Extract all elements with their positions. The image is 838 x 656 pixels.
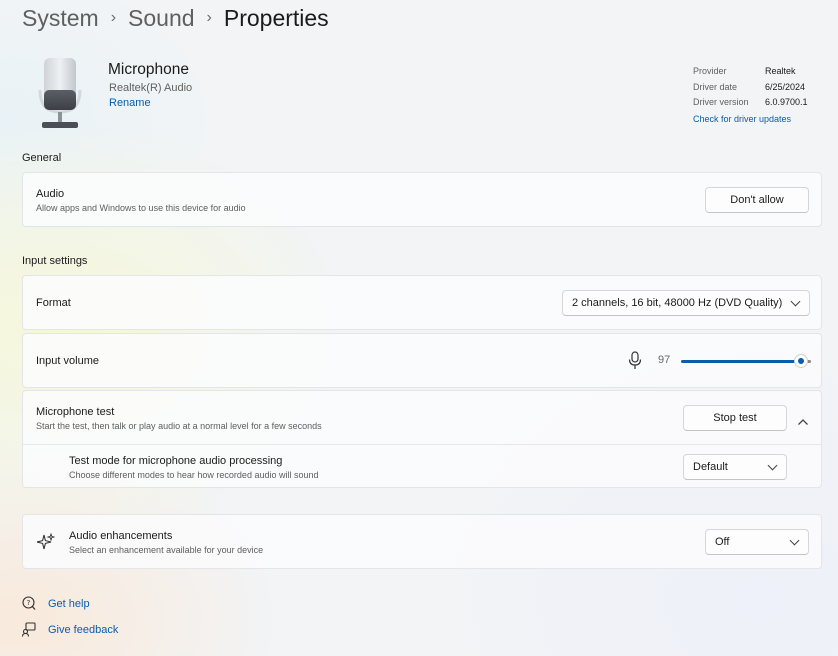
breadcrumb-sound[interactable]: Sound <box>128 5 195 32</box>
device-name: Microphone <box>108 61 189 78</box>
input-volume-card: Input volume 97 <box>22 333 822 388</box>
test-mode-dropdown[interactable]: Default <box>683 454 787 480</box>
test-mode-description: Choose different modes to hear how recor… <box>69 470 319 480</box>
driver-version-label: Driver version <box>693 97 749 107</box>
breadcrumb-properties: Properties <box>223 4 329 31</box>
feedback-icon <box>22 622 36 637</box>
chevron-up-icon[interactable] <box>797 413 809 431</box>
chevron-down-icon <box>790 296 801 307</box>
breadcrumb-system[interactable]: System <box>22 5 99 32</box>
format-dropdown[interactable]: 2 channels, 16 bit, 48000 Hz (DVD Qualit… <box>562 290 810 316</box>
breadcrumb-chevron-icon: › <box>110 9 117 26</box>
rename-link[interactable]: Rename <box>109 97 151 109</box>
driver-date-row: Driver date 6/25/2024 <box>693 80 808 96</box>
check-driver-updates-link[interactable]: Check for driver updates <box>693 112 808 128</box>
driver-date-value: 6/25/2024 <box>765 81 806 92</box>
divider <box>23 444 821 445</box>
driver-provider-value: Realtek <box>765 66 796 76</box>
stop-test-button[interactable]: Stop test <box>683 405 787 431</box>
chevron-down-icon <box>789 535 800 546</box>
format-card: Format 2 channels, 16 bit, 48000 Hz (DVD… <box>22 275 822 330</box>
driver-provider-label: Provider <box>693 66 727 76</box>
audio-enhancements-dropdown-value: Off <box>715 536 730 548</box>
get-help-label: Get help <box>48 597 90 610</box>
audio-card: Audio Allow apps and Windows to use this… <box>22 172 822 227</box>
give-feedback-label: Give feedback <box>48 623 119 636</box>
format-dropdown-value: 2 channels, 16 bit, 48000 Hz (DVD Qualit… <box>572 297 783 309</box>
breadcrumb: System › Sound › Properties <box>22 2 329 34</box>
format-title: Format <box>36 297 71 309</box>
input-volume-value: 97 <box>658 354 671 366</box>
input-volume-title: Input volume <box>36 355 99 367</box>
test-mode-dropdown-value: Default <box>693 461 728 473</box>
audio-enhancements-dropdown[interactable]: Off <box>705 529 809 555</box>
driver-version-row: Driver version 6.0.9700.1 <box>693 95 808 111</box>
slider-thumb[interactable] <box>794 354 808 368</box>
driver-info: Provider Realtek Driver date 6/25/2024 D… <box>693 64 808 127</box>
test-mode-title: Test mode for microphone audio processin… <box>69 455 283 467</box>
get-help-link[interactable]: ? Get help <box>22 596 90 611</box>
driver-date-label: Driver date <box>693 81 738 92</box>
slider-fill <box>681 360 801 363</box>
give-feedback-link[interactable]: Give feedback <box>22 622 118 637</box>
help-icon: ? <box>22 596 36 610</box>
audio-title: Audio <box>36 188 65 200</box>
microphone-device-icon <box>36 56 84 132</box>
microphone-icon[interactable] <box>628 351 642 375</box>
microphone-test-title: Microphone test <box>36 406 115 418</box>
chevron-down-icon <box>767 460 778 471</box>
audio-enhancements-card: Audio enhancements Select an enhancement… <box>22 514 822 569</box>
svg-text:?: ? <box>27 599 31 607</box>
driver-version-value: 6.0.9700.1 <box>765 97 808 107</box>
general-heading: General <box>22 152 62 164</box>
breadcrumb-chevron-icon: › <box>206 9 212 26</box>
sparkle-icon <box>36 532 56 556</box>
audio-enhancements-title: Audio enhancements <box>69 530 173 542</box>
driver-provider-row: Provider Realtek <box>693 64 808 80</box>
microphone-test-description: Start the test, then talk or play audio … <box>36 421 322 431</box>
device-subtitle: Realtek(R) Audio <box>109 82 193 94</box>
audio-enhancements-description: Select an enhancement available for your… <box>69 545 264 555</box>
microphone-test-card: Microphone test Start the test, then tal… <box>22 390 822 488</box>
dont-allow-button[interactable]: Don't allow <box>705 187 809 213</box>
input-volume-slider[interactable] <box>681 353 811 369</box>
input-settings-heading: Input settings <box>22 255 88 267</box>
audio-description: Allow apps and Windows to use this devic… <box>36 203 246 213</box>
